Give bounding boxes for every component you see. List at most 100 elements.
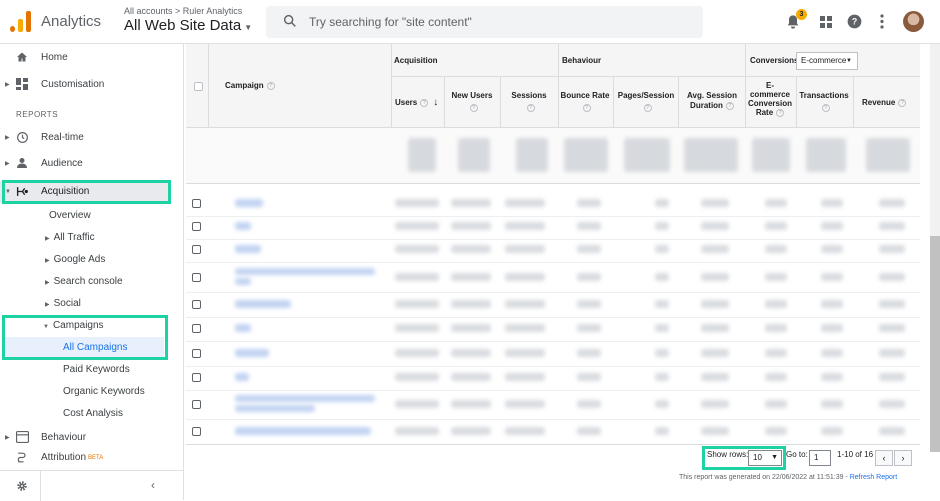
search-placeholder: Try searching for "site content" bbox=[309, 15, 472, 29]
sidebar-item-behaviour[interactable]: ▶ Behaviour bbox=[0, 428, 184, 448]
campaign-link[interactable] bbox=[235, 300, 291, 308]
avatar[interactable] bbox=[903, 11, 924, 32]
help-circle-icon: ? bbox=[266, 81, 275, 90]
transactions-column-header[interactable]: Transactions? bbox=[798, 91, 850, 112]
row-checkbox[interactable] bbox=[192, 324, 201, 333]
row-checkbox[interactable] bbox=[192, 300, 201, 309]
new-users-column-header[interactable]: New Users? bbox=[448, 91, 496, 112]
select-all-checkbox[interactable] bbox=[194, 82, 203, 91]
campaigns-highlight-box bbox=[2, 315, 168, 360]
breadcrumb[interactable]: All accounts > Ruler Analytics bbox=[124, 6, 242, 16]
campaign-column-header[interactable]: Campaign? bbox=[225, 81, 275, 91]
goto-page-input[interactable]: 1 bbox=[809, 450, 831, 466]
pages-session-column-header[interactable]: Pages/Session? bbox=[616, 91, 676, 112]
help-circle-icon: ? bbox=[420, 98, 429, 107]
sort-down-arrow-icon: ↓ bbox=[433, 97, 439, 108]
scrollbar-thumb[interactable] bbox=[930, 236, 940, 452]
bounce-rate-column-header[interactable]: Bounce Rate? bbox=[560, 91, 610, 112]
campaign-link[interactable] bbox=[235, 199, 263, 207]
help-circle-icon: ? bbox=[898, 98, 907, 107]
help-circle-icon: ? bbox=[725, 101, 734, 110]
row-checkbox[interactable] bbox=[192, 273, 201, 282]
property-selector[interactable]: All Web Site Data ▼ bbox=[124, 17, 252, 34]
help-circle-icon: ? bbox=[526, 104, 535, 112]
help-circle-icon: ? bbox=[821, 104, 830, 112]
sidebar-item-search-console[interactable]: ▶ Search console bbox=[45, 273, 123, 291]
sidebar: Home ▶ Customisation REPORTS ▶ Real-time… bbox=[0, 44, 184, 501]
avg-session-duration-column-header[interactable]: Avg. Session Duration? bbox=[681, 91, 743, 111]
conversions-group-header: Conversions bbox=[750, 56, 799, 65]
refresh-report-link[interactable]: Refresh Report bbox=[850, 474, 897, 481]
row-checkbox[interactable] bbox=[192, 427, 201, 436]
behaviour-icon bbox=[16, 431, 29, 443]
sidebar-item-all-traffic[interactable]: ▶ All Traffic bbox=[45, 229, 95, 247]
search-box[interactable]: Try searching for "site content" bbox=[266, 6, 703, 38]
caret-down-icon: ▼ bbox=[846, 58, 852, 64]
sidebar-item-paid-keywords[interactable]: Paid Keywords bbox=[63, 361, 130, 379]
row-checkbox[interactable] bbox=[192, 349, 201, 358]
top-bar: Analytics All accounts > Ruler Analytics… bbox=[0, 0, 940, 44]
acquisition-group-header: Acquisition bbox=[394, 56, 438, 65]
campaign-link[interactable] bbox=[235, 245, 261, 253]
expand-arrow-icon: ▶ bbox=[45, 280, 50, 286]
caret-down-icon: ▼ bbox=[244, 23, 253, 32]
help-icon[interactable]: ? bbox=[847, 14, 862, 29]
sidebar-item-google-ads[interactable]: ▶ Google Ads bbox=[45, 251, 105, 269]
sessions-column-header[interactable]: Sessions? bbox=[504, 91, 554, 112]
expand-arrow-icon: ▶ bbox=[45, 258, 50, 264]
clock-icon bbox=[17, 132, 28, 143]
sidebar-footer: ‹ bbox=[0, 470, 184, 501]
campaign-link[interactable] bbox=[235, 268, 375, 275]
expand-arrow-icon: ▶ bbox=[5, 82, 10, 88]
notification-badge: 3 bbox=[796, 9, 807, 20]
totals-row bbox=[186, 128, 920, 184]
campaign-link[interactable] bbox=[235, 373, 249, 381]
footer-divider bbox=[40, 471, 41, 501]
expand-arrow-icon: ▶ bbox=[45, 236, 50, 242]
users-column-header[interactable]: Users? ↓ bbox=[395, 98, 438, 108]
campaign-link[interactable] bbox=[235, 395, 375, 402]
help-circle-icon: ? bbox=[643, 104, 652, 112]
sidebar-item-social[interactable]: ▶ Social bbox=[45, 295, 81, 313]
beta-badge: BETA bbox=[88, 455, 104, 461]
report-table-panel: Campaign? Acquisition Behaviour Conversi… bbox=[185, 44, 940, 500]
conversions-dropdown[interactable]: E-commerce ▼ bbox=[796, 52, 858, 70]
search-icon bbox=[283, 14, 296, 27]
analytics-logo[interactable] bbox=[10, 10, 32, 32]
row-checkbox[interactable] bbox=[192, 373, 201, 382]
sidebar-item-customisation[interactable]: ▶ Customisation bbox=[0, 75, 184, 95]
apps-grid-icon[interactable] bbox=[820, 16, 832, 28]
ecommerce-conversion-rate-column-header[interactable]: E-commerce Conversion Rate? bbox=[747, 81, 793, 117]
gear-icon[interactable] bbox=[16, 480, 28, 492]
campaign-link[interactable] bbox=[235, 349, 269, 357]
campaign-link[interactable] bbox=[235, 427, 371, 435]
app-name: Analytics bbox=[41, 13, 102, 30]
row-checkbox[interactable] bbox=[192, 400, 201, 409]
sidebar-item-realtime[interactable]: ▶ Real-time bbox=[0, 128, 184, 148]
help-circle-icon: ? bbox=[469, 104, 478, 112]
row-checkbox[interactable] bbox=[192, 245, 201, 254]
sidebar-item-audience[interactable]: ▶ Audience bbox=[0, 154, 184, 174]
help-circle-icon: ? bbox=[582, 104, 591, 112]
collapse-sidebar-icon[interactable]: ‹ bbox=[151, 478, 155, 492]
acquisition-highlight-box bbox=[2, 180, 171, 204]
chevron-right-icon: › bbox=[901, 453, 905, 463]
prev-page-button[interactable]: ‹ bbox=[875, 450, 893, 466]
revenue-column-header[interactable]: Revenue? bbox=[862, 98, 907, 108]
sidebar-item-organic-keywords[interactable]: Organic Keywords bbox=[63, 383, 145, 401]
row-checkbox[interactable] bbox=[192, 199, 201, 208]
campaign-link[interactable] bbox=[235, 324, 251, 332]
sidebar-item-overview[interactable]: Overview bbox=[49, 207, 91, 225]
sidebar-item-cost-analysis[interactable]: Cost Analysis bbox=[63, 405, 123, 423]
row-checkbox[interactable] bbox=[192, 222, 201, 231]
sidebar-item-home[interactable]: Home bbox=[0, 48, 184, 68]
campaign-link[interactable] bbox=[235, 222, 251, 230]
table-footer-divider bbox=[186, 444, 920, 445]
behaviour-group-header: Behaviour bbox=[562, 56, 602, 65]
sidebar-item-attribution[interactable]: Attribution BETA bbox=[0, 448, 184, 468]
more-vert-icon[interactable] bbox=[879, 14, 885, 29]
expand-arrow-icon: ▶ bbox=[5, 161, 10, 167]
home-icon bbox=[17, 52, 27, 62]
next-page-button[interactable]: › bbox=[894, 450, 912, 466]
person-icon bbox=[17, 158, 27, 168]
